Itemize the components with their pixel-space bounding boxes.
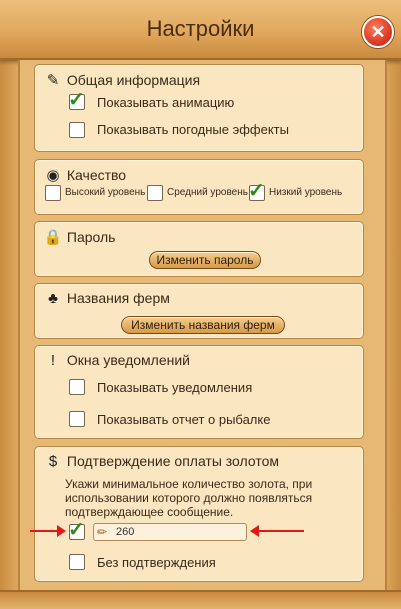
- annotation-arrow-right: [30, 525, 66, 537]
- dollar-icon: $: [48, 453, 58, 470]
- pencil-icon: ✏: [97, 525, 108, 539]
- panel-general-title: Общая информация: [66, 72, 201, 88]
- window-title: Настройки: [146, 16, 255, 41]
- show-fishing-report-label: Показывать отчет о рыбалке: [97, 412, 271, 427]
- panel-quality: ◉ Качество Высокий уровень Средний урове…: [34, 159, 364, 215]
- bottom-bar: [0, 590, 401, 609]
- lock-icon: 🔒: [43, 229, 63, 246]
- close-icon: ✕: [370, 22, 386, 42]
- eye-icon: ◉: [46, 167, 60, 184]
- quality-low-label: Низкий уровень: [269, 187, 343, 198]
- show-animation-label: Показывать анимацию: [97, 95, 235, 110]
- panel-notifications-title: Окна уведомлений: [66, 352, 190, 368]
- farm-icon: ♣: [48, 290, 58, 307]
- panel-farms: ♣ Названия ферм Изменить названия ферм: [34, 283, 364, 339]
- checkmark-icon: ✓: [68, 89, 85, 111]
- wrench-icon: ✎: [46, 72, 60, 89]
- no-confirm-checkbox[interactable]: [69, 554, 85, 570]
- change-password-button[interactable]: Изменить пароль: [149, 251, 261, 269]
- panel-password: 🔒 Пароль Изменить пароль: [34, 221, 364, 277]
- quality-medium-label: Средний уровень: [167, 187, 248, 198]
- gold-amount-value: 260: [116, 526, 135, 538]
- gold-amount-input[interactable]: ✏ 260: [93, 523, 247, 541]
- no-confirm-label: Без подтверждения: [97, 555, 216, 570]
- title-bar: Настройки ✕: [0, 0, 401, 61]
- quality-medium-checkbox[interactable]: [147, 185, 163, 201]
- quality-high-checkbox[interactable]: [45, 185, 61, 201]
- show-notifications-label: Показывать уведомления: [97, 380, 253, 395]
- show-fishing-report-checkbox[interactable]: [69, 411, 85, 427]
- panel-password-title: Пароль: [66, 229, 116, 245]
- exclamation-icon: !: [50, 352, 56, 369]
- show-weather-checkbox[interactable]: [69, 122, 85, 138]
- panel-general: ✎ Общая информация ✓ Показывать анимацию…: [34, 64, 364, 152]
- panel-gold-title: Подтверждение оплаты золотом: [66, 453, 280, 469]
- change-farm-names-button[interactable]: Изменить названия ферм: [121, 316, 285, 334]
- panel-farms-title: Названия ферм: [66, 290, 170, 306]
- panel-gold-confirmation: $ Подтверждение оплаты золотом Укажи мин…: [34, 446, 364, 582]
- quality-high-label: Высокий уровень: [65, 187, 146, 198]
- checkmark-icon: ✓: [248, 180, 265, 202]
- show-notifications-checkbox[interactable]: [69, 379, 85, 395]
- show-weather-label: Показывать погодные эффекты: [97, 122, 289, 137]
- annotation-arrow-left: [250, 525, 304, 537]
- panel-quality-title: Качество: [66, 167, 127, 183]
- gold-description: Укажи минимальное количество золота, при…: [65, 477, 313, 519]
- close-button[interactable]: ✕: [362, 16, 394, 48]
- panel-notifications: ! Окна уведомлений Показывать уведомлени…: [34, 345, 364, 439]
- checkmark-icon: ✓: [68, 519, 85, 541]
